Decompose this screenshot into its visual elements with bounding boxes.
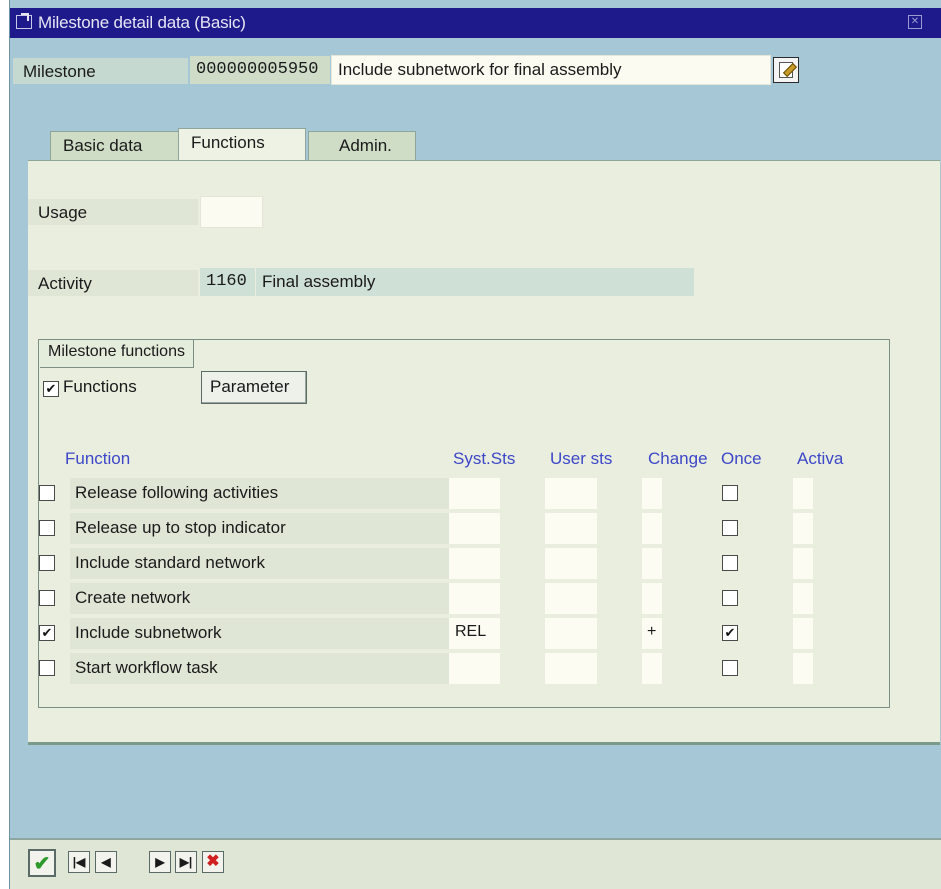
next-icon[interactable]: ▶ (149, 851, 171, 873)
last-icon[interactable]: ▶| (175, 851, 197, 873)
first-icon[interactable]: |◀ (68, 851, 90, 873)
window-menu-icon[interactable] (16, 13, 32, 29)
tab-basic-data-label: Basic data (63, 136, 143, 155)
functions-checkbox-label: Functions (63, 377, 137, 396)
activity-description: Final assembly (256, 268, 694, 296)
row1-syst-sts[interactable] (449, 478, 500, 509)
usage-label-text: Usage (38, 203, 88, 222)
row5-user-sts[interactable] (545, 618, 597, 649)
close-icon[interactable]: ✕ (908, 15, 922, 29)
row6-user-sts[interactable] (545, 653, 597, 684)
title-bar: Milestone detail data (Basic) ✕ (10, 8, 941, 38)
tab-admin[interactable]: Admin. (308, 131, 416, 161)
row4-user-sts[interactable] (545, 583, 597, 614)
col-header-syst-sts[interactable]: Syst.Sts (453, 449, 515, 469)
edit-long-text-button[interactable] (773, 57, 799, 83)
milestone-description-field[interactable]: Include subnetwork for final assembly (331, 55, 771, 85)
row1-once-checkbox[interactable] (722, 485, 738, 501)
row3-user-sts[interactable] (545, 548, 597, 579)
row-include-subnetwork-label: Include subnetwork (70, 618, 455, 649)
tab-functions-label: Functions (191, 133, 265, 152)
col-header-user-sts[interactable]: User sts (550, 449, 612, 469)
col-header-activa[interactable]: Activa (797, 449, 843, 469)
row-include-standard-checkbox[interactable] (39, 555, 55, 571)
row6-once-checkbox[interactable] (722, 660, 738, 676)
row5-syst-sts[interactable]: REL (449, 618, 500, 649)
row6-syst-sts[interactable] (449, 653, 500, 684)
cancel-icon[interactable]: ✖ (202, 851, 224, 873)
tab-basic-data[interactable]: Basic data (50, 131, 184, 161)
row-start-workflow-checkbox[interactable] (39, 660, 55, 676)
row3-once-checkbox[interactable] (722, 555, 738, 571)
row1-change[interactable] (642, 478, 662, 509)
milestone-detail-window: Milestone detail data (Basic) ✕ Mileston… (9, 0, 941, 889)
col-header-change[interactable]: Change (648, 449, 708, 469)
parameter-button[interactable]: Parameter (201, 371, 307, 404)
milestone-number: 000000005950 (190, 56, 330, 84)
activity-number: 1160 (200, 268, 255, 296)
row2-user-sts[interactable] (545, 513, 597, 544)
milestone-functions-title: Milestone functions (40, 340, 194, 368)
previous-icon[interactable]: ◀ (95, 851, 117, 873)
usage-input[interactable] (200, 196, 263, 228)
row-include-standard-label: Include standard network (70, 548, 455, 579)
row-release-following-checkbox[interactable] (39, 485, 55, 501)
confirm-icon[interactable]: ✔ (28, 849, 56, 877)
activity-label: Activity (28, 270, 198, 296)
row2-syst-sts[interactable] (449, 513, 500, 544)
functions-checkbox[interactable]: ✔ (43, 381, 59, 397)
row4-syst-sts[interactable] (449, 583, 500, 614)
row-release-following-label: Release following activities (70, 478, 455, 509)
row4-change[interactable] (642, 583, 662, 614)
row5-activa[interactable] (793, 618, 813, 649)
row3-syst-sts[interactable] (449, 548, 500, 579)
row6-activa[interactable] (793, 653, 813, 684)
row-release-stop-label: Release up to stop indicator (70, 513, 455, 544)
row-create-network-label: Create network (70, 583, 455, 614)
row6-change[interactable] (642, 653, 662, 684)
tab-admin-label: Admin. (339, 136, 392, 155)
row5-once-checkbox[interactable]: ✔ (722, 625, 738, 641)
row5-change[interactable]: + (642, 618, 662, 649)
col-header-once[interactable]: Once (721, 449, 762, 469)
row-include-subnetwork-checkbox[interactable]: ✔ (39, 625, 55, 641)
tab-functions[interactable]: Functions (178, 128, 306, 162)
row3-change[interactable] (642, 548, 662, 579)
row2-once-checkbox[interactable] (722, 520, 738, 536)
row1-user-sts[interactable] (545, 478, 597, 509)
row4-once-checkbox[interactable] (722, 590, 738, 606)
milestone-label: Milestone (13, 58, 188, 84)
row2-change[interactable] (642, 513, 662, 544)
activity-label-text: Activity (38, 274, 92, 293)
milestone-label-text: Milestone (23, 62, 96, 81)
row1-activa[interactable] (793, 478, 813, 509)
row4-activa[interactable] (793, 583, 813, 614)
window-title: Milestone detail data (Basic) (38, 13, 246, 32)
row-create-network-checkbox[interactable] (39, 590, 55, 606)
usage-label: Usage (28, 199, 198, 225)
col-header-function[interactable]: Function (65, 449, 130, 469)
row-release-stop-checkbox[interactable] (39, 520, 55, 536)
row3-activa[interactable] (793, 548, 813, 579)
row2-activa[interactable] (793, 513, 813, 544)
row-start-workflow-label: Start workflow task (70, 653, 455, 684)
